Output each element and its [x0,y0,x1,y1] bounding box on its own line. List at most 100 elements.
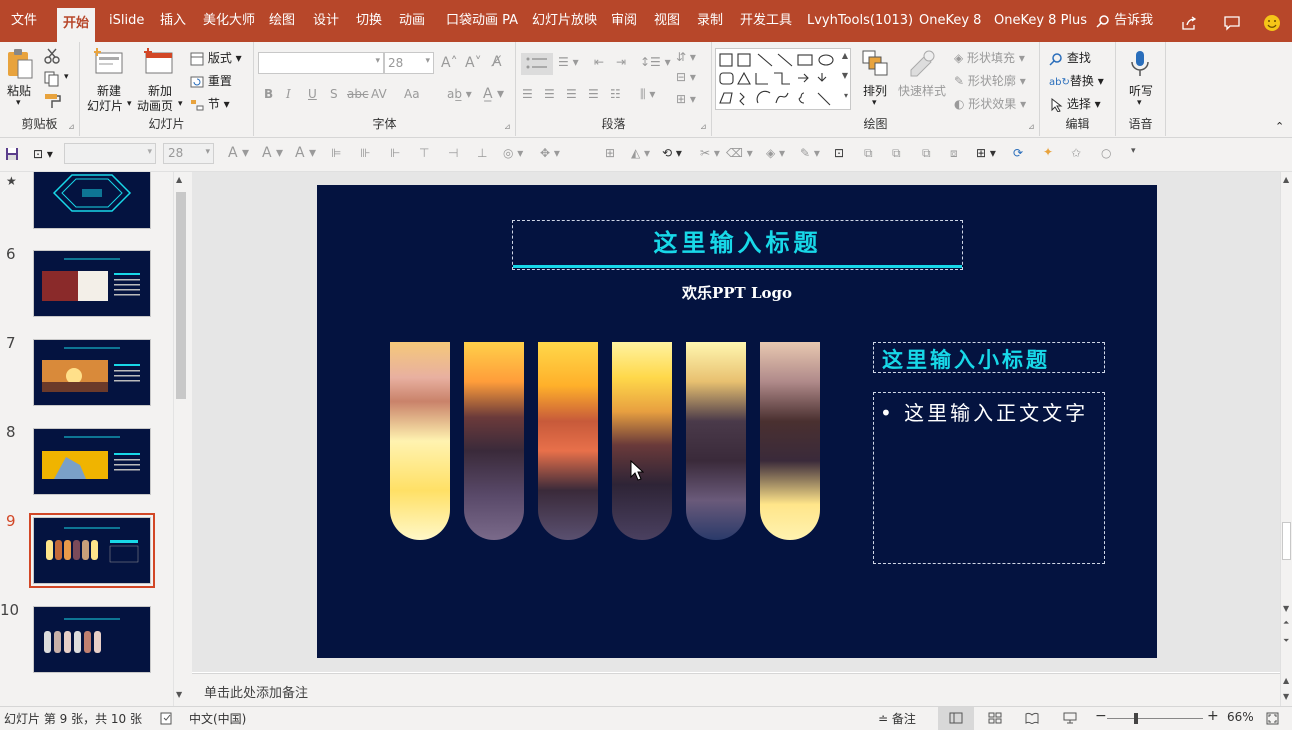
find-button[interactable]: 查找 [1049,49,1091,66]
qat-grid-icon[interactable]: ⧈ [950,146,958,161]
zoom-slider-track[interactable] [1107,718,1203,719]
highlight-color-icon[interactable]: ab̲ ▾ [447,87,472,101]
change-case-button[interactable]: Aa [404,87,420,101]
qat-select-pane-icon[interactable]: ⊡ [834,146,844,160]
photo-strip-4[interactable] [612,342,672,540]
qat-magic-wand-icon[interactable]: ✦ [1043,145,1053,159]
notes-scroll-up-icon[interactable]: ▲ [1283,676,1289,685]
qat-ellipse-icon[interactable]: ○ [1101,146,1111,160]
dictate-label[interactable]: 听写 [1129,82,1153,99]
tab-view[interactable]: 视图 [654,9,680,33]
shape-outline-button[interactable]: ✎ 形状轮廓 ▾ [954,72,1026,89]
drawing-dialog-launcher-icon[interactable]: ⊿ [1028,122,1035,131]
decrease-font-size-icon[interactable]: A˅ [465,55,482,71]
qat-crop-icon[interactable]: ✂ ▾ [700,146,720,160]
paste-dropdown-chevron-icon[interactable]: ▾ [16,98,21,108]
qat-flip-icon[interactable]: ◭ ▾ [631,146,650,160]
qat-shape-merge-icon[interactable]: ◎ ▾ [503,146,523,160]
tab-transitions[interactable]: 切换 [356,9,382,33]
qat-bring-forward-icon[interactable]: ⧉ [864,146,873,161]
qat-align-middle-icon[interactable]: ⊣ [448,146,458,160]
photo-strip-1[interactable] [390,342,450,540]
text-direction-icon[interactable]: ⇵ ▾ [676,50,696,64]
tab-lvyhtools[interactable]: LvyhTools(1013) [807,9,913,33]
clear-formatting-icon[interactable]: A̸ [492,54,502,70]
slide-thumbnail[interactable] [33,339,151,406]
font-name-combobox[interactable]: ▾ [258,52,384,74]
photo-strip-6[interactable] [760,342,820,540]
collapse-ribbon-icon[interactable]: ⌃ [1275,120,1284,133]
qat-customize-chevron-icon[interactable]: ▾ [1131,146,1136,156]
tab-review[interactable]: 审阅 [611,9,637,33]
font-size-chevron-icon[interactable]: ▾ [425,56,430,66]
previous-slide-icon[interactable]: ⏶ [1283,618,1289,628]
quick-styles-label[interactable]: 快速样式 [898,82,946,99]
slideshow-view-icon[interactable] [1063,712,1077,724]
tell-me-search[interactable]: 告诉我 [1096,9,1153,33]
thumbnail-row-7[interactable]: 7 [0,334,172,414]
increase-indent-icon[interactable]: ⇥ [616,55,626,69]
paste-icon[interactable] [6,48,34,80]
language-status[interactable]: 中文(中国) [189,710,246,727]
qat-table-icon[interactable]: ⊞ ▾ [976,146,996,160]
zoom-out-icon[interactable]: − [1095,708,1107,724]
cut-icon[interactable] [44,48,60,64]
next-slide-icon[interactable]: ⏷ [1283,636,1289,646]
bullets-icon[interactable] [521,53,553,75]
scroll-up-arrow-icon[interactable]: ▲ [176,175,182,184]
distributed-icon[interactable]: ☷ [610,87,621,101]
tab-beautify[interactable]: 美化大师 [203,9,255,33]
select-button[interactable]: 选择 ▾ [1049,95,1101,112]
decrease-indent-icon[interactable]: ⇤ [594,55,604,69]
qat-align-bottom-icon[interactable]: ⊥ [477,146,487,160]
character-spacing-button[interactable]: AV [371,87,387,101]
microphone-icon[interactable] [1130,50,1150,78]
thumbnail-scroll-thumb[interactable] [176,192,186,399]
zoom-in-icon[interactable]: + [1207,708,1219,724]
editor-scroll-thumb[interactable] [1282,522,1291,560]
align-left-icon[interactable]: ☰ [522,87,533,101]
slide-thumbnail[interactable] [33,428,151,495]
tab-record[interactable]: 录制 [697,9,723,33]
numbering-icon[interactable]: ☰ ▾ [558,55,579,69]
italic-button[interactable]: I [286,87,291,101]
shape-effects-button[interactable]: ◐ 形状效果 ▾ [954,95,1026,112]
qat-font-size-chevron-icon[interactable]: ▾ [205,147,210,157]
body-placeholder[interactable]: • 这里输入正文文字 [873,392,1105,564]
tab-file[interactable]: 文件 [11,9,37,33]
qat-align-right-objects-icon[interactable]: ⊩ [390,146,400,160]
slide-canvas[interactable]: 这里输入标题 欢乐PPT Logo 这里输入小标题 • 这里输入正文文字 [317,185,1157,658]
qat-font-chevron-icon[interactable]: ▾ [147,147,152,157]
tab-islide[interactable]: iSlide [109,9,144,33]
align-center-icon[interactable]: ☰ [544,87,555,101]
font-size-combobox[interactable]: 28 ▾ [384,52,434,74]
thumbnail-row-10[interactable]: 10 [0,601,172,681]
copy-icon[interactable] [44,71,60,87]
smartart-convert-icon[interactable]: ⊞ ▾ [676,92,696,106]
paste-label[interactable]: 粘贴 [7,82,31,99]
font-name-chevron-icon[interactable]: ▾ [375,56,380,66]
qat-font-color-icon[interactable]: A ▾ [228,145,249,161]
notes-pane[interactable]: 单击此处添加备注 [192,673,1280,706]
qat-group-icon[interactable]: ⊞ [605,146,615,160]
reset-button[interactable]: 重置 [190,72,232,89]
align-right-icon[interactable]: ☰ [566,87,577,101]
body-text[interactable]: • 这里输入正文文字 [880,397,1088,426]
spell-check-icon[interactable] [160,712,174,725]
new-slide-chevron-icon[interactable]: ▾ [127,99,132,109]
notes-placeholder[interactable]: 单击此处添加备注 [204,682,308,701]
qat-font-combobox[interactable]: ▾ [64,143,156,164]
tab-pocket-animation[interactable]: 口袋动画 PA [446,9,518,33]
photo-strip-5[interactable] [686,342,746,540]
new-slide-label2[interactable]: 幻灯片 [87,97,123,114]
editor-scrollbar[interactable]: ▲ ▼ ⏶ ⏷ ▲ ▼ [1280,172,1292,706]
shapes-scroll-down-icon[interactable]: ▼ [842,71,848,80]
slide-title[interactable]: 这里输入标题 [513,223,962,258]
share-icon[interactable] [1181,16,1197,30]
slide-thumbnail[interactable] [33,606,151,673]
qat-align-center-objects-icon[interactable]: ⊪ [360,146,370,160]
editor-scroll-up-icon[interactable]: ▲ [1283,175,1289,184]
font-dialog-launcher-icon[interactable]: ⊿ [504,122,511,131]
qat-rotate-icon[interactable]: ⟲ ▾ [662,146,682,160]
tab-onekey8[interactable]: OneKey 8 [919,9,981,33]
